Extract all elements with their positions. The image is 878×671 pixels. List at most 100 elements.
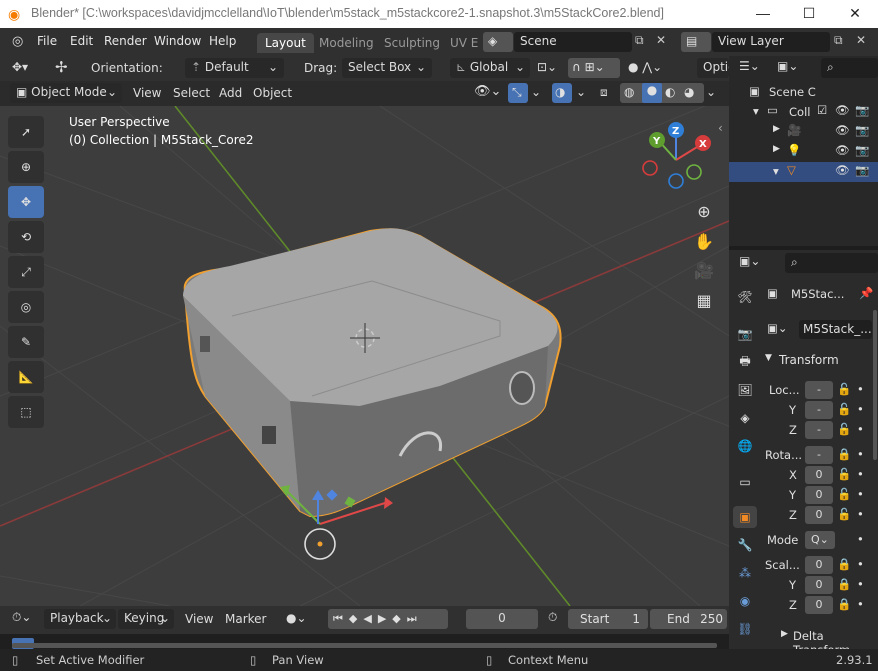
scene-selector-button[interactable]: ◈ bbox=[483, 32, 513, 52]
outliner-editor-type-icon[interactable]: ☰⌄ bbox=[739, 59, 760, 73]
gizmo-neg-x[interactable] bbox=[642, 160, 658, 176]
visibility-eye-icon[interactable]: 👁⌄ bbox=[474, 84, 501, 99]
scale-tool[interactable]: ⤢ bbox=[8, 256, 44, 288]
eye-icon[interactable]: 👁 bbox=[835, 123, 850, 137]
keyframe-dot-icon[interactable]: • bbox=[857, 382, 864, 396]
camera-render-icon[interactable]: 📷 bbox=[855, 123, 869, 137]
move-tool[interactable]: ✥ bbox=[8, 186, 44, 218]
checkbox-icon[interactable]: ☑ bbox=[817, 103, 827, 117]
view-layer-selector-button[interactable]: ▤ bbox=[681, 32, 711, 52]
viewport-menu-add[interactable]: Add bbox=[219, 86, 242, 100]
minimize-button[interactable]: — bbox=[740, 0, 786, 28]
orientation-dropdown[interactable]: ⇡ Default ⌄ bbox=[185, 58, 284, 78]
rotation-z-field[interactable]: 0 bbox=[805, 506, 833, 524]
outliner-row-mesh-selected[interactable]: ▾ ▽ 👁 📷 bbox=[729, 162, 878, 182]
particles-tab[interactable]: ⁂ bbox=[733, 562, 757, 584]
outliner-row-light[interactable]: ▶ 💡 👁 📷 bbox=[729, 142, 878, 162]
keyframe-dot-icon[interactable]: • bbox=[857, 487, 864, 501]
maximize-button[interactable]: ☐ bbox=[786, 0, 832, 28]
keyframe-dot-icon[interactable]: • bbox=[857, 447, 864, 461]
scale-y-field[interactable]: 0 bbox=[805, 576, 833, 594]
datablock-browse-icon[interactable]: ▣⌄ bbox=[767, 321, 788, 335]
timeline-scrollbar[interactable] bbox=[12, 643, 717, 648]
tab-layout[interactable]: Layout bbox=[257, 33, 314, 53]
navigation-gizmo[interactable]: Z X Y bbox=[636, 120, 716, 195]
scale-z-field[interactable]: 0 bbox=[805, 596, 833, 614]
outliner-row-collection[interactable]: ▾ ▭ Coll ☑ 👁 📷 bbox=[729, 102, 878, 122]
properties-editor-type-icon[interactable]: ▣⌄ bbox=[739, 254, 760, 268]
lock-icon[interactable]: 🔓 bbox=[837, 507, 851, 521]
close-button[interactable]: ✕ bbox=[832, 0, 878, 28]
wireframe-shading-icon[interactable]: ◍ bbox=[624, 85, 634, 99]
menu-edit[interactable]: Edit bbox=[70, 34, 93, 48]
eye-icon[interactable]: 👁 bbox=[835, 143, 850, 157]
sidebar-toggle-icon[interactable]: ‹ bbox=[718, 121, 723, 135]
expand-arrow-icon[interactable]: ▾ bbox=[773, 164, 779, 178]
chevron-down-icon[interactable]: ⌄ bbox=[531, 85, 541, 99]
delete-view-layer-icon[interactable]: ✕ bbox=[856, 33, 866, 47]
gizmo-neg-z[interactable] bbox=[668, 173, 684, 189]
menu-file[interactable]: File bbox=[37, 34, 57, 48]
gizmo-x-arrowhead[interactable] bbox=[384, 497, 393, 509]
object-mode-dropdown[interactable]: ▣ Object Mode ⌄ bbox=[10, 83, 122, 103]
expand-arrow-icon[interactable]: ▶ bbox=[773, 124, 780, 134]
render-tab[interactable]: 📷 bbox=[733, 323, 757, 345]
viewport-menu-select[interactable]: Select bbox=[173, 86, 210, 100]
shading-modes[interactable]: ◍ ● ◐ ◕ bbox=[620, 83, 704, 103]
object-tab[interactable]: ▣ bbox=[733, 506, 757, 528]
display-mode-icon[interactable]: ▣⌄ bbox=[777, 59, 798, 73]
playback-menu[interactable]: Playback ⌄ bbox=[44, 609, 116, 629]
output-tab[interactable]: 🖶 bbox=[733, 351, 757, 373]
lock-icon[interactable]: 🔒 bbox=[837, 597, 851, 611]
scene-tab[interactable]: ◈ bbox=[733, 407, 757, 429]
keyframe-dot-icon[interactable]: • bbox=[857, 402, 864, 416]
keyframe-dot-icon[interactable]: • bbox=[857, 467, 864, 481]
new-scene-icon[interactable]: ⧉ bbox=[635, 33, 644, 48]
keyframe-dot-icon[interactable]: • bbox=[857, 532, 864, 546]
properties-scrollbar[interactable] bbox=[873, 310, 877, 460]
select-box-tool[interactable]: ➚ bbox=[8, 116, 44, 148]
keying-menu[interactable]: Keying ⌄ bbox=[118, 609, 174, 629]
timeline-menu-marker[interactable]: Marker bbox=[225, 612, 266, 626]
location-z-field[interactable]: - bbox=[805, 421, 833, 439]
lock-icon[interactable]: 🔓 bbox=[837, 467, 851, 481]
measure-tool[interactable]: 📐 bbox=[8, 361, 44, 393]
pan-button[interactable]: ✋ bbox=[691, 228, 717, 254]
scale-x-field[interactable]: 0 bbox=[805, 556, 833, 574]
new-view-layer-icon[interactable]: ⧉ bbox=[834, 33, 843, 48]
keyframe-dot-icon[interactable]: • bbox=[857, 557, 864, 571]
eye-icon[interactable]: 👁 bbox=[835, 103, 850, 117]
current-frame-field[interactable]: 0 bbox=[466, 609, 538, 629]
rotation-x-field[interactable]: 0 bbox=[805, 466, 833, 484]
proportional-edit-icon[interactable]: ● ⋀⌄ bbox=[628, 60, 662, 74]
solid-shading-icon[interactable]: ● bbox=[642, 83, 662, 103]
annotate-tool[interactable]: ✎ bbox=[8, 326, 44, 358]
lock-icon[interactable]: 🔒 bbox=[837, 447, 851, 461]
lock-icon[interactable]: 🔓 bbox=[837, 402, 851, 416]
view-layer-name-field[interactable]: View Layer bbox=[712, 32, 830, 52]
viewport-menu-view[interactable]: View bbox=[133, 86, 161, 100]
transform-tool-icon[interactable]: ✥▾ bbox=[12, 60, 28, 74]
outliner-search-field[interactable]: ⌕ bbox=[821, 58, 878, 78]
menu-render[interactable]: Render bbox=[104, 34, 147, 48]
rotation-mode-dropdown[interactable]: Q⌄ bbox=[805, 531, 835, 549]
gizmo-toggle[interactable]: ⤡ bbox=[508, 83, 528, 103]
delta-transform-header[interactable]: ▶ Delta Transform bbox=[759, 626, 878, 657]
end-frame-field[interactable]: End 250 bbox=[650, 609, 727, 629]
lock-icon[interactable]: 🔓 bbox=[837, 422, 851, 436]
menu-help[interactable]: Help bbox=[209, 34, 236, 48]
delete-scene-icon[interactable]: ✕ bbox=[656, 33, 666, 47]
camera-render-icon[interactable]: 📷 bbox=[855, 103, 869, 117]
tab-modeling[interactable]: Modeling bbox=[311, 33, 382, 53]
snap-toggle[interactable]: ∩ ⊞⌄ bbox=[568, 58, 620, 78]
collection-tab[interactable]: ▭ bbox=[733, 471, 757, 493]
material-shading-icon[interactable]: ◐ bbox=[665, 85, 675, 99]
lock-icon[interactable]: 🔒 bbox=[837, 557, 851, 571]
location-y-field[interactable]: - bbox=[805, 401, 833, 419]
camera-render-icon[interactable]: 📷 bbox=[855, 143, 869, 157]
options-dropdown[interactable]: Optio bbox=[697, 58, 735, 78]
timeline-track[interactable] bbox=[0, 634, 729, 649]
record-icon[interactable]: ●⌄ bbox=[286, 611, 307, 625]
camera-render-icon[interactable]: 📷 bbox=[855, 163, 869, 177]
rendered-shading-icon[interactable]: ◕ bbox=[684, 85, 694, 99]
